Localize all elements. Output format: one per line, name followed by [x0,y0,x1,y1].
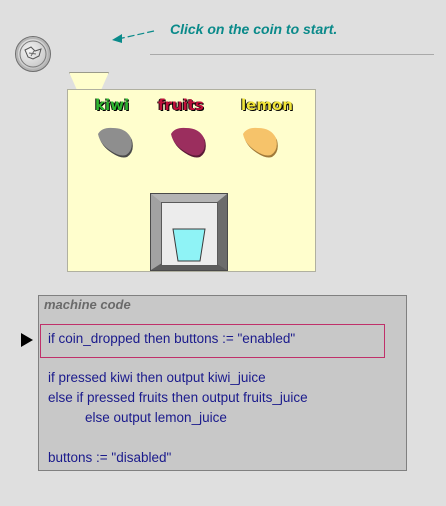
current-line-pointer-icon [21,333,33,347]
instruction-text: Click on the coin to start. [170,21,338,37]
code-line: if coin_dropped then buttons := "enabled… [48,331,296,346]
fruits-button[interactable] [169,126,207,158]
code-line: buttons := "disabled" [48,450,172,465]
fruits-label: fruits [158,96,204,114]
divider [150,54,434,55]
cup-icon [172,228,206,262]
kiwi-label: kiwi [95,96,130,114]
code-line: else output lemon_juice [85,410,227,425]
lemon-label: lemon [241,96,293,114]
machine-code-title: machine code [44,297,131,312]
lemon-button[interactable] [241,126,279,158]
pointer-arrow-icon [112,30,155,43]
code-line: if pressed kiwi then output kiwi_juice [48,370,266,385]
kiwi-button[interactable] [96,126,134,158]
coin-icon[interactable] [15,36,51,72]
code-line: else if pressed fruits then output fruit… [48,390,308,405]
